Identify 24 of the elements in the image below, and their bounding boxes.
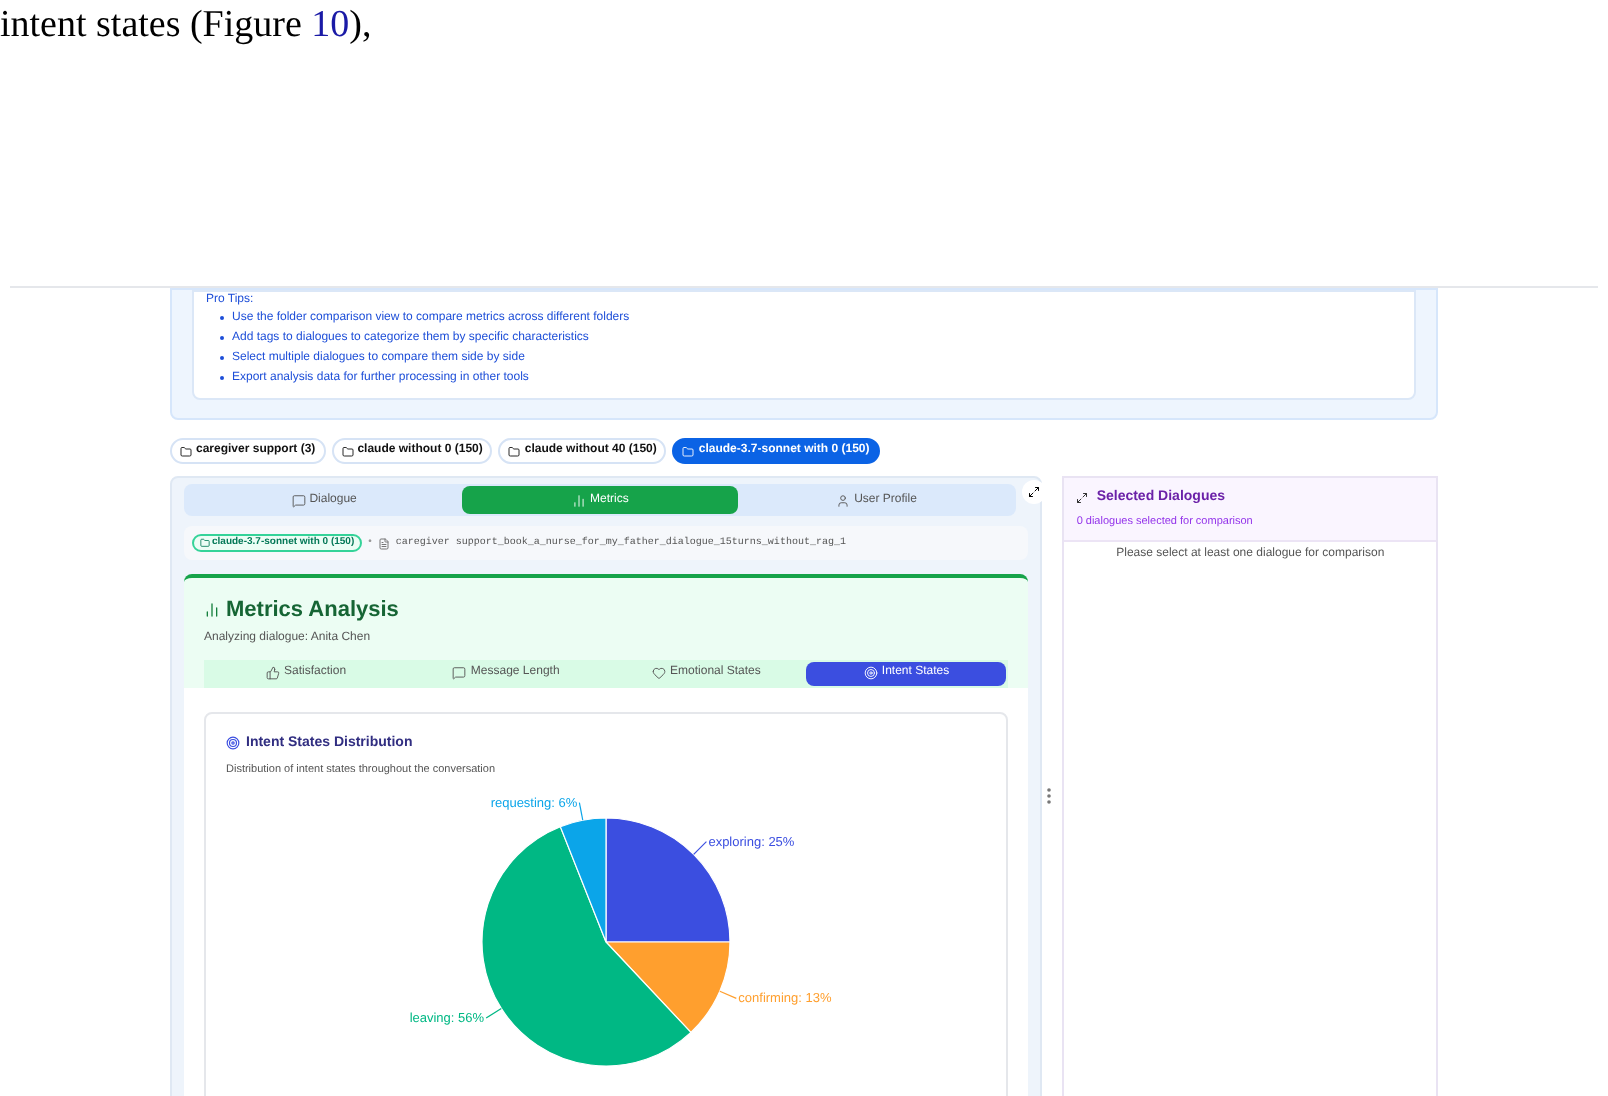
heart-icon [652,666,667,680]
leader-line [579,802,584,822]
bar-chart-icon [204,602,220,619]
user-icon [836,493,851,507]
target-icon [226,736,240,751]
expand-button[interactable] [1022,480,1047,504]
folder-icon [341,445,354,457]
paper-text: intent states (Figure 10), [0,2,374,50]
folder-icon [200,538,210,548]
drag-handle-icon[interactable] [1046,788,1053,804]
leader-line [485,1008,503,1020]
file-icon [377,537,390,549]
figure-link[interactable]: 10 [311,4,350,46]
folder-icon [180,445,192,457]
chat-icon [452,666,467,680]
section-title: Metrics Analysis [226,596,399,626]
chat-icon [291,493,306,507]
folder-icon [682,445,695,457]
target-icon [863,666,878,680]
thumbs-up-icon [266,666,281,680]
leader-line [719,991,738,1000]
folder-icon [508,445,521,457]
bar-chart-icon [571,493,586,507]
leader-line [693,841,708,856]
